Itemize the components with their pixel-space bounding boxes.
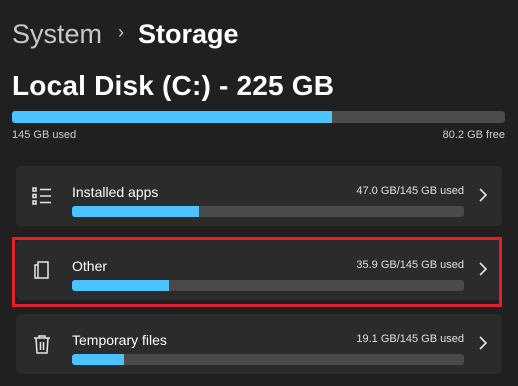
category-installed-apps[interactable]: Installed apps 47.0 GB/145 GB used xyxy=(16,166,502,226)
list-icon xyxy=(30,184,54,208)
chevron-right-icon xyxy=(476,334,490,352)
breadcrumb-chevron-icon: › xyxy=(118,21,125,42)
disk-free-label: 80.2 GB free xyxy=(442,129,505,141)
category-usage-bar-fill xyxy=(72,280,170,291)
category-usage: 19.1 GB/145 GB used xyxy=(356,333,464,345)
chevron-right-icon xyxy=(476,260,490,278)
category-usage-bar xyxy=(72,354,464,365)
category-usage: 35.9 GB/145 GB used xyxy=(356,259,464,271)
breadcrumb: System › Storage xyxy=(12,14,239,54)
category-label: Installed apps xyxy=(72,184,159,200)
disk-title: Local Disk (C:) - 225 GB xyxy=(12,70,335,101)
document-icon xyxy=(30,258,54,282)
chevron-right-icon xyxy=(476,186,490,204)
disk-usage-bar xyxy=(12,111,505,123)
breadcrumb-system-link[interactable]: System xyxy=(12,19,102,50)
disk-usage-bar-fill xyxy=(12,111,333,123)
category-usage-bar-fill xyxy=(72,354,124,365)
category-usage-bar xyxy=(72,206,464,217)
category-usage-bar xyxy=(72,280,464,291)
category-usage: 47.0 GB/145 GB used xyxy=(356,185,464,197)
trash-icon xyxy=(30,332,54,356)
disk-used-label: 145 GB used xyxy=(12,129,77,141)
category-usage-bar-fill xyxy=(72,206,199,217)
category-temporary-files[interactable]: Temporary files 19.1 GB/145 GB used xyxy=(16,314,502,374)
category-other[interactable]: Other 35.9 GB/145 GB used xyxy=(16,240,502,300)
category-label: Temporary files xyxy=(72,332,167,348)
category-label: Other xyxy=(72,258,108,274)
page-title: Storage xyxy=(138,18,239,49)
